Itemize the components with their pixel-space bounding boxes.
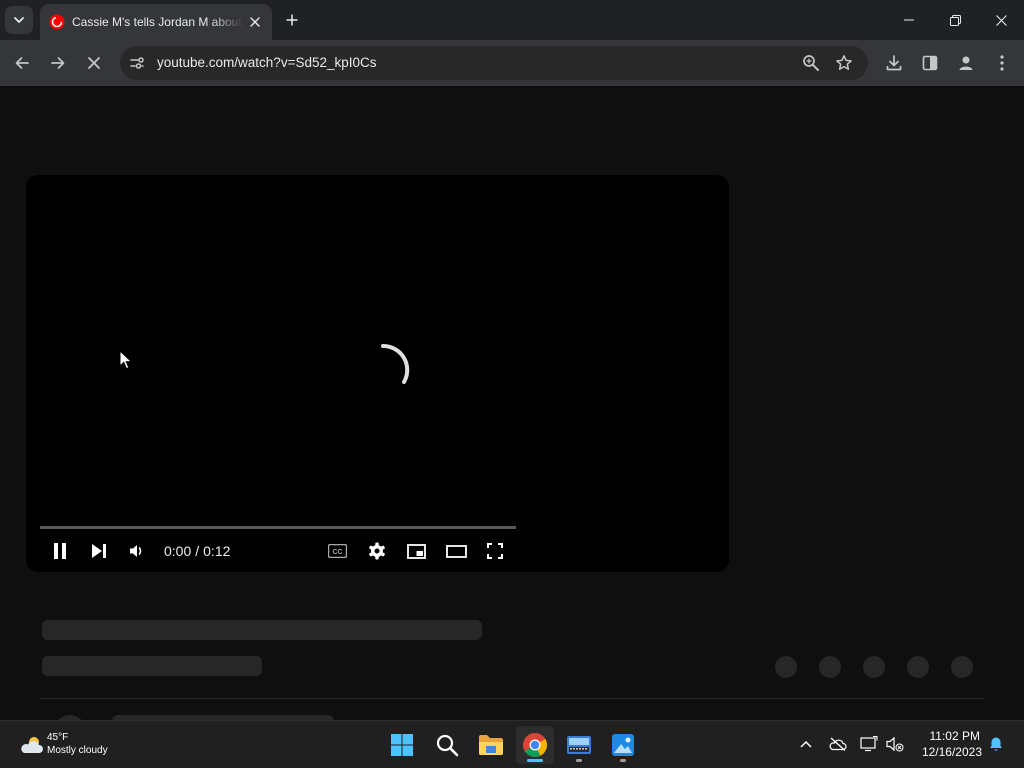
skeleton-action-placeholder [775, 656, 797, 678]
plus-icon [286, 14, 298, 26]
clock-time[interactable]: 11:02 PM [918, 729, 980, 743]
running-indicator [620, 759, 626, 762]
next-button[interactable] [86, 538, 112, 564]
back-button[interactable] [8, 49, 36, 77]
skeleton-title-placeholder [42, 620, 482, 640]
taskbar-search-button[interactable] [428, 726, 466, 764]
running-indicator [576, 759, 582, 762]
minimize-button[interactable] [886, 0, 932, 40]
chrome-icon [522, 732, 548, 758]
start-button[interactable] [383, 726, 421, 764]
miniplayer-button[interactable] [403, 538, 429, 564]
speaker-muted-icon[interactable] [886, 735, 904, 753]
profile-icon[interactable] [956, 53, 976, 73]
volume-icon [129, 543, 145, 559]
stop-loading-button[interactable] [80, 49, 108, 77]
minimize-icon [904, 15, 914, 25]
back-arrow-icon [14, 55, 30, 71]
windows-start-icon [390, 733, 414, 757]
skeleton-action-placeholder [819, 656, 841, 678]
photos-icon [611, 733, 635, 757]
new-tab-button[interactable] [282, 10, 302, 30]
skeleton-channel-placeholder [42, 656, 262, 676]
tab-title: Cassie M's tells Jordan M about the [72, 15, 244, 29]
clock-date[interactable]: 12/16/2023 [912, 745, 982, 759]
mute-button[interactable] [124, 538, 150, 564]
youtube-watch-page: 0:00/0:12 CC [0, 86, 1024, 720]
search-icon [435, 733, 459, 757]
close-window-button[interactable] [978, 0, 1024, 40]
svg-text:CC: CC [332, 549, 342, 556]
browser-tab-active[interactable]: Cassie M's tells Jordan M about the [40, 4, 272, 40]
loading-spinner-icon [358, 338, 418, 398]
weather-temperature: 45°F [47, 732, 69, 743]
keyboard-app-button[interactable] [560, 726, 598, 764]
file-explorer-icon [478, 734, 504, 756]
zoom-icon[interactable] [802, 54, 820, 72]
kebab-menu-icon[interactable] [992, 53, 1012, 73]
tab-strip: Cassie M's tells Jordan M about the [0, 0, 1024, 40]
address-bar[interactable]: youtube.com/watch?v=Sd52_kpI0Cs [120, 46, 868, 80]
progress-bar[interactable] [40, 526, 516, 529]
fullscreen-icon [487, 543, 503, 559]
restore-button[interactable] [932, 0, 978, 40]
keyboard-app-icon [566, 734, 592, 756]
photos-app-button[interactable] [604, 726, 642, 764]
mouse-cursor-icon [119, 350, 133, 370]
weather-widget[interactable]: 45°F Mostly cloudy [18, 731, 138, 761]
star-icon[interactable] [835, 54, 853, 72]
notifications-button[interactable] [987, 735, 1005, 753]
tab-search-button[interactable] [5, 6, 33, 34]
weather-cloudy-icon [20, 735, 44, 755]
theater-mode-button[interactable] [443, 538, 469, 564]
close-icon [250, 17, 260, 27]
side-panel-icon[interactable] [920, 53, 940, 73]
chevron-up-icon [800, 740, 812, 748]
youtube-favicon [49, 14, 65, 30]
running-indicator [527, 759, 543, 762]
duration: 0:12 [203, 543, 231, 559]
settings-button[interactable] [364, 538, 390, 564]
skeleton-divider [40, 698, 984, 699]
restore-icon [949, 14, 961, 26]
skeleton-action-placeholder [907, 656, 929, 678]
settings-gear-icon [368, 542, 386, 560]
tab-search-icon [13, 14, 25, 26]
skeleton-action-placeholder [863, 656, 885, 678]
theater-mode-icon [445, 544, 467, 558]
url-text: youtube.com/watch?v=Sd52_kpI0Cs [157, 55, 377, 70]
close-icon [995, 14, 1007, 26]
browser-toolbar: youtube.com/watch?v=Sd52_kpI0Cs [0, 40, 1024, 86]
display-icon[interactable] [860, 735, 878, 753]
forward-arrow-icon [50, 55, 66, 71]
site-info-icon [129, 55, 145, 71]
miniplayer-icon [406, 543, 426, 559]
download-icon[interactable] [884, 53, 904, 73]
fullscreen-button[interactable] [482, 538, 508, 564]
captions-icon: CC [327, 544, 347, 558]
bell-icon [988, 736, 1004, 752]
windows-taskbar: 45°F Mostly cloudy 11:02 PM 12/16/2023 [0, 720, 1024, 768]
stop-loading-icon [87, 56, 101, 70]
next-icon [91, 543, 107, 559]
show-hidden-icons-button[interactable] [797, 735, 815, 753]
time-separator: / [195, 543, 200, 559]
pause-button[interactable] [47, 538, 73, 564]
pause-icon [53, 543, 67, 559]
site-info-button[interactable] [128, 54, 146, 72]
subtitles-button[interactable]: CC [324, 538, 350, 564]
cloud-offline-icon[interactable] [829, 735, 847, 753]
current-time: 0:00 [164, 543, 192, 559]
tab-close-button[interactable] [246, 13, 264, 31]
video-player[interactable]: 0:00/0:12 CC [26, 175, 729, 572]
forward-button[interactable] [44, 49, 72, 77]
chrome-taskbar-button[interactable] [516, 726, 554, 764]
file-explorer-button[interactable] [472, 726, 510, 764]
time-display: 0:00/0:12 [164, 543, 230, 559]
skeleton-action-placeholder [951, 656, 973, 678]
weather-condition: Mostly cloudy [47, 745, 108, 756]
